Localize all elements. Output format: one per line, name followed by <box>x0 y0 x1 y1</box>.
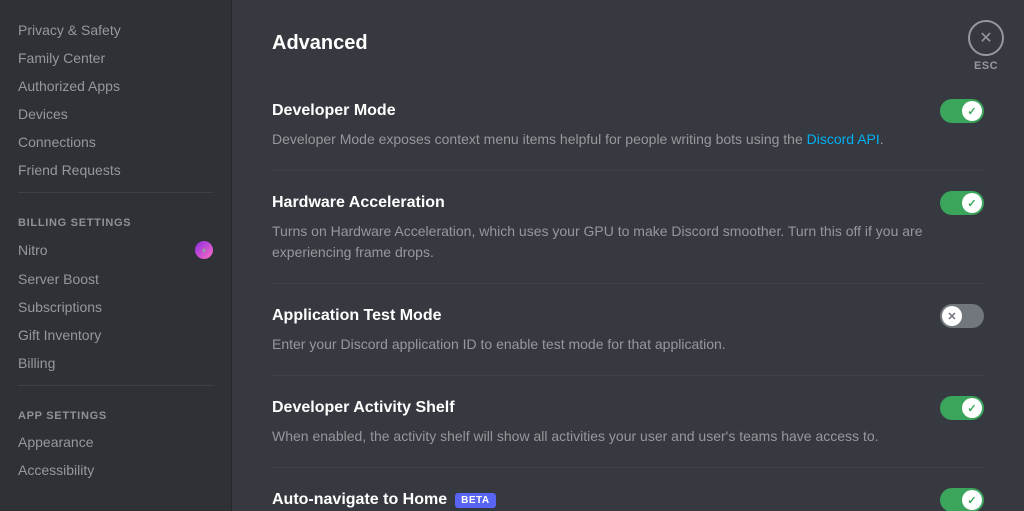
sidebar-item-accessibility[interactable]: Accessibility <box>8 456 223 484</box>
toggle-knob-auto-navigate-home: ✓ <box>962 490 982 510</box>
setting-description-hardware-acceleration: Turns on Hardware Acceleration, which us… <box>272 221 952 263</box>
setting-row-hardware-acceleration: Hardware Acceleration ✓ Turns on Hardware … <box>272 171 984 284</box>
toggle-developer-mode[interactable]: ✓ <box>940 99 984 123</box>
esc-circle-icon: ✕ <box>968 20 1004 56</box>
sidebar-item-label: Server Boost <box>18 271 99 287</box>
sidebar-item-label: Family Center <box>18 50 105 66</box>
sidebar-item-privacy-safety[interactable]: Privacy & Safety <box>8 16 223 44</box>
setting-description-developer-activity-shelf: When enabled, the activity shelf will sh… <box>272 426 952 447</box>
settings-list: Developer Mode ✓ Developer Mode exposes co… <box>272 79 984 511</box>
sidebar-divider-2 <box>18 385 213 386</box>
sidebar-item-family-center[interactable]: Family Center <box>8 44 223 72</box>
sidebar-item-label: Authorized Apps <box>18 78 120 94</box>
toggle-developer-activity-shelf[interactable]: ✓ <box>940 396 984 420</box>
setting-description-developer-mode: Developer Mode exposes context menu item… <box>272 129 952 150</box>
sidebar-item-label: Privacy & Safety <box>18 22 121 38</box>
setting-description-application-test-mode: Enter your Discord application ID to ena… <box>272 334 952 355</box>
sidebar-item-label: Billing <box>18 355 55 371</box>
setting-header-application-test-mode: Application Test Mode ✕ <box>272 304 984 328</box>
setting-title-developer-activity-shelf: Developer Activity Shelf <box>272 399 455 417</box>
setting-link-developer-mode[interactable]: Discord API <box>807 131 880 147</box>
sidebar: Privacy & Safety Family Center Authorized … <box>0 0 232 511</box>
setting-header-hardware-acceleration: Hardware Acceleration ✓ <box>272 191 984 215</box>
toggle-hardware-acceleration[interactable]: ✓ <box>940 191 984 215</box>
sidebar-item-subscriptions[interactable]: Subscriptions <box>8 293 223 321</box>
toggle-knob-hardware-acceleration: ✓ <box>962 193 982 213</box>
toggle-knob-developer-mode: ✓ <box>962 101 982 121</box>
setting-row-developer-mode: Developer Mode ✓ Developer Mode exposes co… <box>272 79 984 171</box>
toggle-knob-developer-activity-shelf: ✓ <box>962 398 982 418</box>
setting-header-developer-mode: Developer Mode ✓ <box>272 99 984 123</box>
sidebar-item-connections[interactable]: Connections <box>8 128 223 156</box>
sidebar-item-label: Friend Requests <box>18 162 121 178</box>
toggle-auto-navigate-home[interactable]: ✓ <box>940 488 984 511</box>
sidebar-item-label: Devices <box>18 106 68 122</box>
setting-title-application-test-mode: Application Test Mode <box>272 307 441 325</box>
toggle-application-test-mode[interactable]: ✕ <box>940 304 984 328</box>
sidebar-item-label: Gift Inventory <box>18 327 101 343</box>
esc-button[interactable]: ✕ ESC <box>968 20 1004 72</box>
beta-badge: BETA <box>455 493 495 508</box>
sidebar-item-server-boost[interactable]: Server Boost <box>8 265 223 293</box>
sidebar-item-label: Connections <box>18 134 96 150</box>
nitro-badge-icon: ♦ <box>195 241 213 259</box>
sidebar-item-billing[interactable]: Billing <box>8 349 223 377</box>
sidebar-item-label: Nitro <box>18 242 48 258</box>
setting-title-auto-navigate-home: Auto-navigate to HomeBETA <box>272 491 496 509</box>
setting-row-auto-navigate-home: Auto-navigate to HomeBETA✓For community … <box>272 468 984 511</box>
sidebar-item-authorized-apps[interactable]: Authorized Apps <box>8 72 223 100</box>
setting-title-hardware-acceleration: Hardware Acceleration <box>272 194 445 212</box>
setting-title-developer-mode: Developer Mode <box>272 102 396 120</box>
sidebar-item-appearance[interactable]: Appearance <box>8 428 223 456</box>
app-section-label: APP SETTINGS <box>8 394 223 428</box>
sidebar-divider-1 <box>18 192 213 193</box>
sidebar-item-gift-inventory[interactable]: Gift Inventory <box>8 321 223 349</box>
main-content: Advanced Developer Mode ✓ Developer Mode e… <box>232 0 1024 511</box>
esc-label: ESC <box>974 60 998 72</box>
toggle-knob-application-test-mode: ✕ <box>942 306 962 326</box>
sidebar-item-label: Subscriptions <box>18 299 102 315</box>
sidebar-item-label: Accessibility <box>18 462 94 478</box>
setting-header-auto-navigate-home: Auto-navigate to HomeBETA ✓ <box>272 488 984 511</box>
sidebar-item-label: Appearance <box>18 434 94 450</box>
sidebar-item-devices[interactable]: Devices <box>8 100 223 128</box>
sidebar-item-friend-requests[interactable]: Friend Requests <box>8 156 223 184</box>
sidebar-item-nitro[interactable]: Nitro ♦ <box>8 235 223 265</box>
billing-section-label: BILLING SETTINGS <box>8 201 223 235</box>
setting-row-application-test-mode: Application Test Mode ✕ Enter your Discord… <box>272 284 984 376</box>
setting-header-developer-activity-shelf: Developer Activity Shelf ✓ <box>272 396 984 420</box>
page-title: Advanced <box>272 32 984 55</box>
setting-row-developer-activity-shelf: Developer Activity Shelf ✓ When enabled, t… <box>272 376 984 468</box>
